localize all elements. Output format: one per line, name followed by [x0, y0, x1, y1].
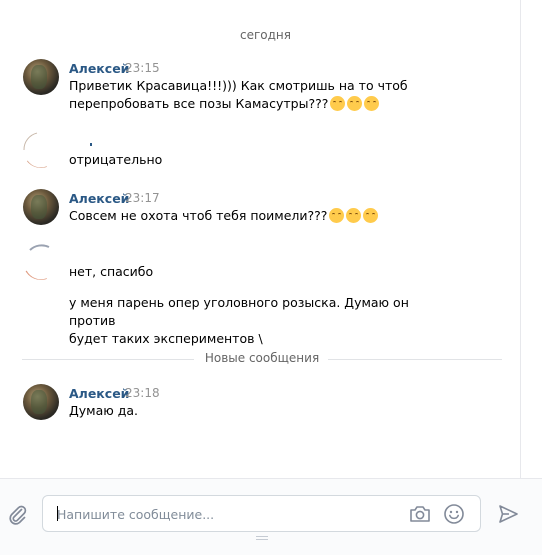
author-name[interactable]: Алексей — [69, 61, 129, 76]
avatar[interactable] — [23, 189, 59, 225]
face-with-rolling-eyes-icon — [329, 208, 345, 223]
message-text: отрицательно — [69, 152, 163, 167]
message-line: будет таких экспериментов \ — [69, 331, 263, 346]
avatar-image — [23, 132, 48, 168]
avatar[interactable] — [23, 59, 59, 95]
new-messages-label: Новые сообщения — [204, 351, 320, 365]
message-time[interactable]: 23:15 — [125, 61, 160, 75]
face-with-rolling-eyes-icon — [363, 208, 379, 223]
message-text: у меня парень опер уголовного розыска. Д… — [69, 294, 449, 348]
send-arrow-icon[interactable] — [497, 503, 519, 525]
paperclip-icon[interactable] — [6, 503, 28, 525]
new-messages-separator: Новые сообщения — [22, 350, 502, 368]
face-with-rolling-eyes-icon — [347, 96, 363, 111]
message-line-text: Совсем не охота чтоб тебя поимели??? — [69, 208, 328, 223]
message-line-text: перепробовать все позы Камасутры??? — [69, 96, 329, 111]
resize-handle[interactable] — [256, 536, 268, 544]
message-text: Совсем не охота чтоб тебя поимели??? — [69, 207, 429, 225]
face-with-rolling-eyes-icon — [330, 96, 346, 111]
message-line: Совсем не охота чтоб тебя поимели??? — [69, 207, 429, 225]
chat-history: сегодня Алексей 23:15 Приветик Красавица… — [0, 0, 531, 478]
face-with-rolling-eyes-icon — [364, 96, 380, 111]
message-time[interactable]: 23:18 — [125, 386, 160, 400]
message-text: Приветик Красавица!!!))) Как смотришь на… — [69, 77, 429, 113]
divider — [328, 359, 502, 360]
message-line: Приветик Красавица!!!))) Как смотришь на… — [69, 78, 408, 93]
message-input[interactable] — [57, 503, 397, 525]
message-time[interactable]: 23:17 — [125, 191, 160, 205]
avatar[interactable] — [23, 132, 59, 168]
smile-icon[interactable] — [442, 502, 466, 526]
scrollbar[interactable] — [520, 0, 531, 478]
avatar-image — [25, 244, 50, 280]
author-name[interactable]: Алексей — [69, 386, 129, 401]
avatar[interactable] — [23, 244, 59, 280]
camera-icon[interactable] — [408, 503, 432, 525]
author-name[interactable]: Алексей — [69, 191, 129, 206]
message-text: нет, спасибо — [69, 264, 154, 279]
message-line: у меня парень опер уголовного розыска. Д… — [69, 295, 409, 328]
message-input-box[interactable] — [42, 495, 481, 532]
date-separator: сегодня — [240, 28, 291, 42]
message-line: перепробовать все позы Камасутры??? — [69, 95, 429, 113]
author-name[interactable] — [90, 143, 92, 146]
message-composer — [0, 478, 542, 555]
message-text: Думаю да. — [69, 403, 139, 418]
avatar[interactable] — [23, 384, 59, 420]
face-with-rolling-eyes-icon — [346, 208, 362, 223]
